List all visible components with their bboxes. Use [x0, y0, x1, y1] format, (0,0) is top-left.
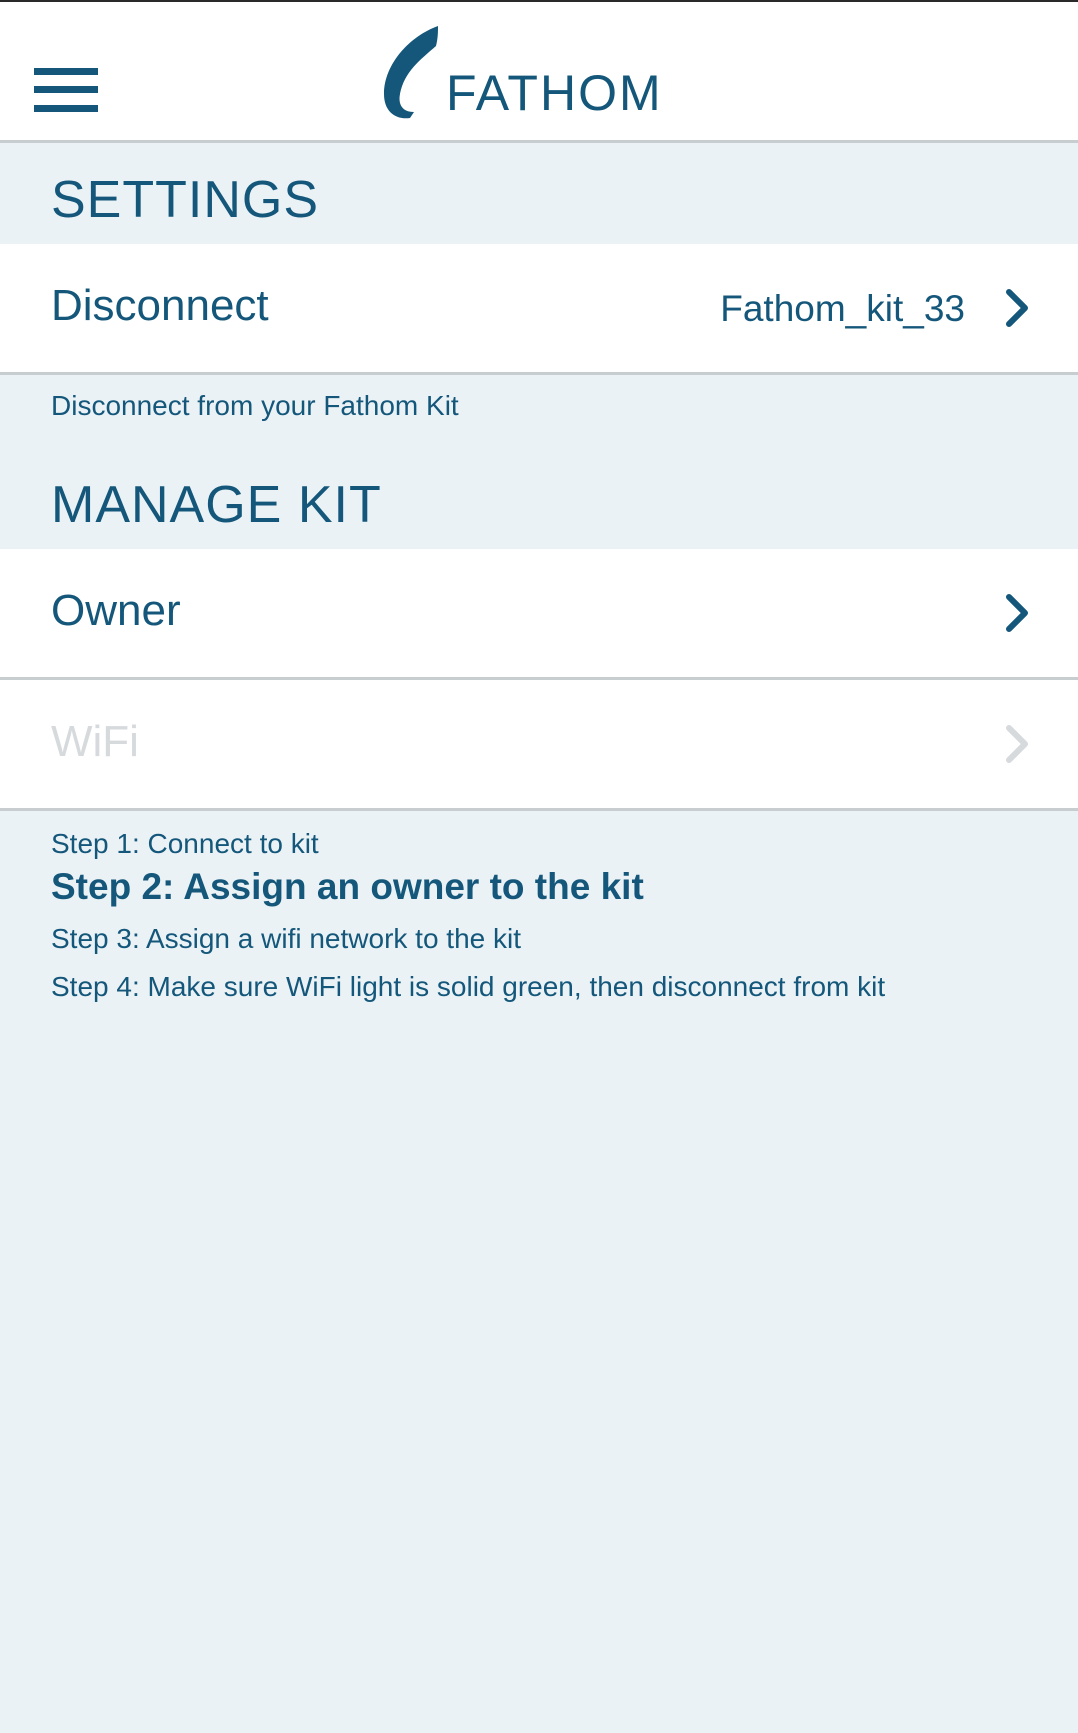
manage-kit-section-title: MANAGE KIT	[51, 476, 382, 534]
step-3-text: Step 3: Assign a wifi network to the kit	[51, 923, 522, 954]
step-1-text: Step 1: Connect to kit	[51, 828, 319, 859]
app-header: FATHOM	[0, 2, 1078, 143]
step-2-text-current: Step 2: Assign an owner to the kit	[51, 866, 644, 907]
step-4-text: Step 4: Make sure WiFi light is solid gr…	[51, 971, 886, 1002]
feather-logo-icon	[384, 26, 438, 119]
wifi-label: WiFi	[51, 717, 139, 766]
settings-section-title: SETTINGS	[51, 171, 320, 229]
owner-row[interactable]: Owner	[0, 549, 1078, 680]
disconnect-row[interactable]: Disconnect Fathom_kit_33	[0, 244, 1078, 375]
kit-name-value: Fathom_kit_33	[720, 288, 965, 329]
chevron-right-icon	[1006, 289, 1028, 327]
wifi-row[interactable]: WiFi	[0, 680, 1078, 811]
chevron-right-icon	[1006, 594, 1028, 632]
logo-wordmark: FATHOM	[446, 65, 663, 121]
disconnect-description: Disconnect from your Fathom Kit	[51, 390, 459, 421]
fathom-logo: FATHOM	[380, 24, 680, 124]
hamburger-menu-icon[interactable]	[34, 68, 98, 112]
disconnect-label: Disconnect	[51, 281, 269, 330]
owner-label: Owner	[51, 586, 181, 635]
chevron-right-icon	[1006, 725, 1028, 763]
